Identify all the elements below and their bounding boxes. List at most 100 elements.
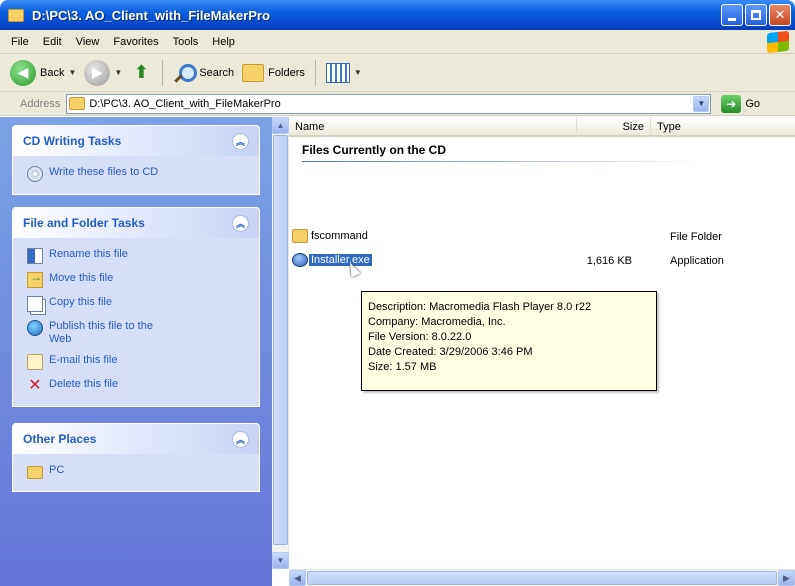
collapse-chevron-icon[interactable]: ︽	[232, 132, 249, 150]
search-label: Search	[199, 66, 235, 79]
file-size: 1,616 KB	[586, 255, 632, 267]
folder-icon	[69, 97, 86, 110]
menu-help[interactable]: Help	[205, 36, 242, 48]
panel-header[interactable]: Other Places ︽	[13, 424, 259, 454]
delete-file-link[interactable]: ✕ Delete this file	[27, 378, 247, 394]
publish-to-web-link[interactable]: Publish this file to the Web	[27, 320, 247, 346]
forward-button[interactable]: ▶ ▼	[80, 58, 126, 88]
tooltip-company: Company: Macromedia, Inc.	[368, 316, 506, 328]
group-header: Files Currently on the CD	[302, 143, 447, 157]
folders-button[interactable]: Folders	[238, 58, 309, 88]
scroll-right-button[interactable]: ▶	[778, 570, 795, 586]
menu-file[interactable]: File	[4, 36, 36, 48]
tooltip-version: File Version: 8.0.22.0	[368, 331, 472, 343]
collapse-chevron-icon[interactable]: ︽	[232, 214, 249, 232]
dropdown-arrow-icon[interactable]: ▼	[354, 68, 362, 77]
move-file-link[interactable]: Move this file	[27, 271, 247, 288]
link-label: Write these files to CD	[49, 166, 159, 178]
scroll-thumb[interactable]	[307, 571, 777, 585]
up-button[interactable]: ⬆	[126, 58, 156, 88]
file-row-selected[interactable]: Installer.exe 1,616 KB Application	[292, 253, 792, 271]
menu-tools[interactable]: Tools	[166, 36, 206, 48]
tooltip-created: Date Created: 3/29/2006 3:46 PM	[368, 346, 533, 358]
panel-title: File and Folder Tasks	[23, 216, 145, 230]
group-divider	[302, 161, 702, 162]
scroll-up-button[interactable]: ▲	[272, 117, 289, 134]
file-type: File Folder	[670, 231, 722, 243]
file-name-cell[interactable]: Installer.exe	[292, 253, 372, 267]
folder-icon	[27, 466, 43, 479]
write-files-to-cd-link[interactable]: Write these files to CD	[27, 166, 247, 182]
maximize-icon	[751, 10, 761, 20]
folders-icon	[242, 63, 265, 82]
copy-icon	[27, 296, 43, 312]
menu-edit[interactable]: Edit	[36, 36, 69, 48]
dropdown-arrow-icon[interactable]: ▼	[114, 68, 122, 77]
email-file-link[interactable]: E-mail this file	[27, 354, 247, 370]
up-folder-icon: ⬆	[133, 62, 149, 82]
address-input[interactable]: D:\PC\3. AO_Client_with_FileMakerPro ▼	[66, 93, 712, 114]
vertical-scrollbar[interactable]: ▲ ▼	[272, 117, 289, 569]
tooltip-size: Size: 1.57 MB	[368, 361, 437, 373]
toolbar: ◀ Back ▼ ▶ ▼ ⬆ Search Folders ▼	[0, 54, 795, 92]
search-button[interactable]: Search	[169, 58, 238, 88]
column-header-size[interactable]: Size	[577, 117, 651, 137]
link-label: PC	[49, 464, 65, 476]
collapse-chevron-icon[interactable]: ︽	[232, 430, 249, 448]
application-icon	[292, 253, 308, 267]
panel-title: CD Writing Tasks	[23, 134, 122, 148]
back-arrow-icon: ◀	[10, 59, 36, 86]
go-arrow-icon: ➜	[721, 94, 742, 113]
cd-icon	[27, 166, 43, 182]
pc-place-link[interactable]: PC	[27, 464, 247, 479]
task-pane: CD Writing Tasks ︽ Write these files to …	[0, 117, 272, 586]
panel-header[interactable]: CD Writing Tasks ︽	[13, 126, 259, 156]
rename-file-link[interactable]: Rename this file	[27, 248, 247, 264]
link-label: Delete this file	[49, 378, 119, 390]
scroll-left-button[interactable]: ◀	[289, 570, 306, 586]
back-label: Back	[40, 66, 65, 79]
close-icon: ✕	[774, 7, 786, 22]
close-button[interactable]: ✕	[769, 4, 791, 26]
cd-writing-tasks-panel: CD Writing Tasks ︽ Write these files to …	[12, 125, 260, 195]
file-folder-tasks-panel: File and Folder Tasks ︽ Rename this file…	[12, 207, 260, 407]
file-name: Installer.exe	[309, 254, 372, 266]
back-button[interactable]: ◀ Back ▼	[6, 58, 80, 88]
window-title: D:\PC\3. AO_Client_with_FileMakerPro	[32, 7, 270, 23]
column-header-name[interactable]: Name	[289, 117, 577, 137]
menu-view[interactable]: View	[69, 36, 107, 48]
move-icon	[27, 271, 43, 288]
minimize-button[interactable]	[721, 4, 743, 26]
link-label: Publish this file to the Web	[49, 320, 153, 345]
address-label: Address	[20, 97, 61, 110]
link-label: E-mail this file	[49, 354, 118, 366]
file-row[interactable]: fscommand File Folder	[292, 229, 792, 247]
email-icon	[27, 354, 43, 370]
address-bar: Address D:\PC\3. AO_Client_with_FileMake…	[0, 92, 795, 116]
forward-arrow-icon: ▶	[84, 59, 111, 86]
search-icon	[173, 62, 198, 84]
link-label: Move this file	[49, 272, 114, 284]
column-header-type[interactable]: Type	[651, 117, 795, 137]
go-button[interactable]: ➜ Go	[721, 94, 761, 113]
scroll-thumb[interactable]	[273, 135, 288, 545]
delete-icon: ✕	[28, 377, 42, 394]
link-label: Rename this file	[49, 248, 128, 260]
address-dropdown-button[interactable]: ▼	[693, 95, 710, 112]
horizontal-scrollbar[interactable]: ◀ ▶	[289, 569, 795, 586]
panel-header[interactable]: File and Folder Tasks ︽	[13, 208, 259, 238]
scroll-down-button[interactable]: ▼	[272, 552, 289, 569]
maximize-button[interactable]	[745, 4, 767, 26]
globe-icon	[27, 320, 43, 336]
file-name-cell[interactable]: fscommand	[292, 229, 370, 243]
file-type: Application	[670, 255, 724, 267]
go-label: Go	[745, 97, 761, 110]
menu-favorites[interactable]: Favorites	[106, 36, 165, 48]
copy-file-link[interactable]: Copy this file	[27, 296, 247, 312]
other-places-panel: Other Places ︽ PC	[12, 423, 260, 492]
toolbar-separator	[314, 59, 316, 86]
views-button[interactable]: ▼	[322, 58, 366, 88]
windows-logo-icon	[767, 30, 789, 54]
title-bar[interactable]: D:\PC\3. AO_Client_with_FileMakerPro ✕	[0, 0, 795, 30]
dropdown-arrow-icon[interactable]: ▼	[68, 68, 76, 77]
